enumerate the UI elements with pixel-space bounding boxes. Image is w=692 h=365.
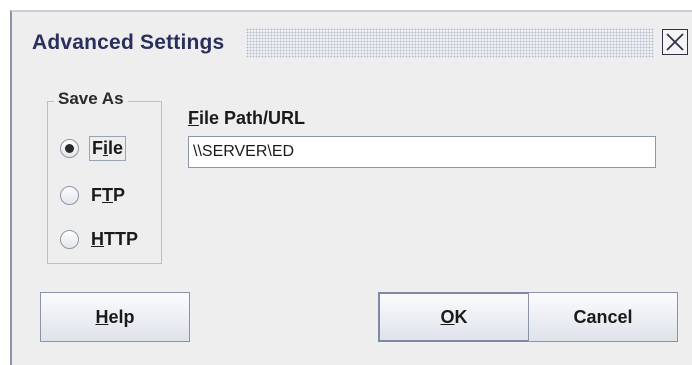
title-bar[interactable]: Advanced Settings [12,22,692,66]
radio-file-label[interactable]: File [89,136,127,161]
close-button[interactable] [662,29,688,55]
radio-file[interactable]: File [60,136,127,161]
help-button[interactable]: Help [40,292,190,342]
radio-button-file[interactable] [60,139,79,158]
save-as-group: Save As File FTP HTTP [47,89,162,264]
close-icon [666,33,684,51]
dialog-title: Advanced Settings [32,31,225,54]
radio-http-label[interactable]: HTTP [89,228,140,251]
radio-button-http[interactable] [60,230,79,249]
cancel-button[interactable]: Cancel [528,292,678,342]
radio-button-ftp[interactable] [60,186,79,205]
radio-ftp[interactable]: FTP [60,184,127,207]
file-path-input[interactable] [188,136,656,168]
ok-button[interactable]: OK [378,292,530,342]
radio-ftp-label[interactable]: FTP [89,184,127,207]
radio-http[interactable]: HTTP [60,228,140,251]
title-bar-grip[interactable] [246,28,654,58]
save-as-legend: Save As [54,89,128,109]
file-path-label: File Path/URL [188,108,306,128]
dialog-content: Save As File FTP HTTP File Path/URL Help… [12,66,692,360]
